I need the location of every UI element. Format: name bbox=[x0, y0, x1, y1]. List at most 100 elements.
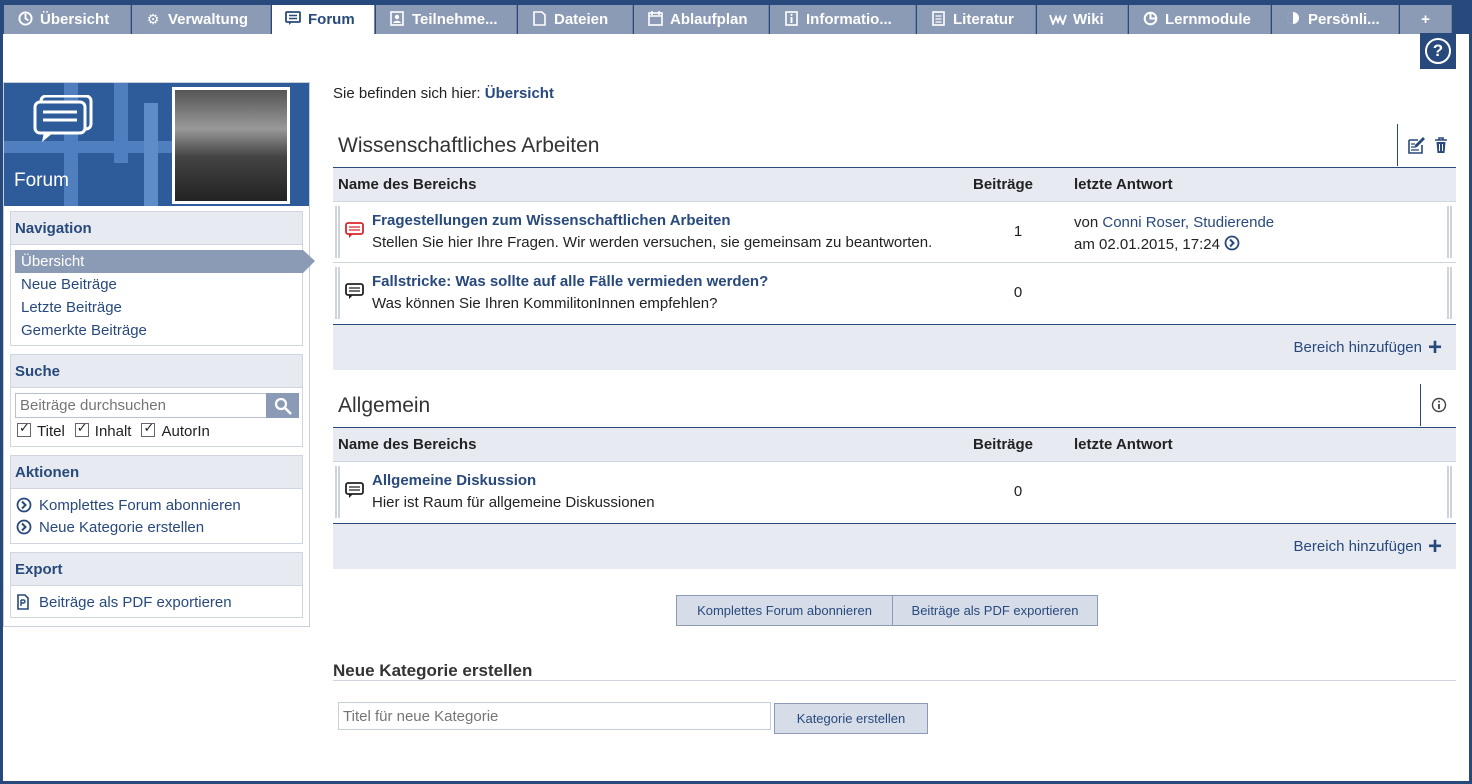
tab-literature[interactable]: Literatur bbox=[917, 5, 1036, 34]
tab-participants[interactable]: Teilnehme... bbox=[376, 5, 517, 34]
drag-handle[interactable] bbox=[335, 206, 340, 258]
calendar-icon bbox=[646, 10, 664, 29]
tab-information[interactable]: Informatio... bbox=[770, 5, 916, 34]
area-post-count: 1 bbox=[1013, 223, 1023, 240]
file-icon bbox=[530, 10, 548, 29]
category-title: Allgemein bbox=[333, 384, 1456, 428]
gears-icon: ⚙ bbox=[146, 11, 160, 27]
checkbox-title[interactable] bbox=[17, 420, 31, 437]
tab-modules[interactable]: Lernmodule bbox=[1129, 5, 1271, 34]
forum-banner: Forum bbox=[4, 83, 309, 206]
category-title: Wissenschaftliches Arbeiten bbox=[333, 124, 1456, 168]
arrow-circle-icon bbox=[16, 519, 34, 535]
area-description: Hier ist Raum für allgemeine Diskussione… bbox=[372, 494, 655, 511]
category-wissenschaftliches-arbeiten: Wissenschaftliches Arbeiten Name des Ber… bbox=[333, 124, 1456, 370]
area-title[interactable]: Fragestellungen zum Wissenschaftlichen A… bbox=[372, 212, 731, 229]
action-new-category[interactable]: Neue Kategorie erstellen bbox=[11, 516, 302, 538]
category-tools bbox=[1397, 124, 1448, 166]
search-box: Suche Titel Inhalt AutorIn bbox=[10, 354, 303, 447]
tab-files[interactable]: Dateien bbox=[518, 5, 633, 34]
add-area-button[interactable]: Bereich hinzufügen + bbox=[1294, 532, 1442, 560]
drag-handle[interactable] bbox=[335, 466, 340, 518]
checkbox-content[interactable] bbox=[74, 420, 89, 437]
person-icon bbox=[388, 10, 406, 29]
nav-bookmarked-posts[interactable]: Gemerkte Beiträge bbox=[11, 319, 302, 342]
nav-new-posts[interactable]: Neue Beiträge bbox=[11, 273, 302, 296]
action-subscribe-forum[interactable]: Komplettes Forum abonnieren bbox=[11, 494, 302, 516]
pdf-icon bbox=[16, 594, 34, 610]
export-header: Export bbox=[11, 553, 302, 586]
breadcrumb-current[interactable]: Übersicht bbox=[485, 85, 554, 102]
option-title[interactable]: Titel bbox=[17, 420, 65, 440]
tab-add[interactable]: + bbox=[1400, 5, 1452, 34]
sidebar: Forum Navigation Übersicht Neue Beiträge… bbox=[3, 82, 315, 627]
add-area-row: Bereich hinzufügen + bbox=[333, 523, 1456, 569]
export-pdf-button[interactable]: Beiträge als PDF exportieren bbox=[892, 595, 1098, 626]
search-button[interactable] bbox=[266, 393, 299, 418]
option-author[interactable]: AutorIn bbox=[141, 420, 210, 440]
export-box: Export Beiträge als PDF exportieren bbox=[10, 552, 303, 618]
info-icon[interactable] bbox=[1431, 397, 1447, 413]
tab-administration[interactable]: ⚙ Verwaltung bbox=[132, 5, 271, 34]
forum-photo bbox=[172, 87, 290, 204]
overview-icon bbox=[16, 10, 34, 29]
edit-icon[interactable] bbox=[1408, 136, 1426, 154]
book-icon bbox=[929, 10, 947, 29]
last-reply-author[interactable]: Conni Roser, Studierende bbox=[1102, 214, 1274, 231]
area-title[interactable]: Allgemeine Diskussion bbox=[372, 472, 536, 489]
info-icon bbox=[782, 10, 800, 29]
area-row[interactable]: Fallstricke: Was sollte auf alle Fälle v… bbox=[333, 263, 1456, 324]
help-button[interactable]: ? bbox=[1420, 33, 1456, 69]
option-content[interactable]: Inhalt bbox=[74, 420, 131, 440]
area-post-count: 0 bbox=[1013, 483, 1023, 500]
tab-personal[interactable]: Persönli... bbox=[1272, 5, 1399, 34]
nav-latest-posts[interactable]: Letzte Beiträge bbox=[11, 296, 302, 319]
personal-icon bbox=[1284, 11, 1302, 28]
area-row[interactable]: Fragestellungen zum Wissenschaftlichen A… bbox=[333, 202, 1456, 263]
chat-icon bbox=[345, 283, 364, 299]
unread-chat-icon bbox=[345, 222, 364, 238]
question-icon: ? bbox=[1425, 38, 1451, 64]
actions-header: Aktionen bbox=[11, 456, 302, 489]
navigation-header: Navigation bbox=[11, 212, 302, 245]
category-tools bbox=[1420, 384, 1447, 426]
drag-handle[interactable] bbox=[335, 267, 340, 319]
checkbox-author[interactable] bbox=[141, 420, 156, 437]
trash-icon[interactable] bbox=[1434, 136, 1448, 154]
tab-wiki[interactable]: Wiki bbox=[1037, 5, 1128, 34]
subscribe-forum-button[interactable]: Komplettes Forum abonnieren bbox=[676, 595, 893, 626]
chat-icon bbox=[345, 482, 364, 498]
area-row[interactable]: Allgemeine Diskussion Hier ist Raum für … bbox=[333, 462, 1456, 523]
add-area-button[interactable]: Bereich hinzufügen + bbox=[1294, 333, 1442, 361]
forum-bubble-icon bbox=[33, 95, 93, 142]
drag-handle-right[interactable] bbox=[1447, 267, 1452, 319]
plus-icon: + bbox=[1427, 333, 1442, 361]
drag-handle-right[interactable] bbox=[1447, 206, 1452, 258]
action-export-pdf[interactable]: Beiträge als PDF exportieren bbox=[11, 591, 302, 613]
nav-overview[interactable]: Übersicht bbox=[15, 250, 315, 273]
navigation-box: Navigation Übersicht Neue Beiträge Letzt… bbox=[10, 211, 315, 346]
breadcrumb: Sie befinden sich hier: Übersicht bbox=[333, 85, 554, 102]
tab-schedule[interactable]: Ablaufplan bbox=[634, 5, 769, 34]
add-area-row: Bereich hinzufügen + bbox=[333, 324, 1456, 370]
search-input[interactable] bbox=[15, 393, 267, 418]
new-category-title: Neue Kategorie erstellen bbox=[333, 661, 1456, 681]
area-post-count: 0 bbox=[1013, 284, 1023, 301]
actions-box: Aktionen Komplettes Forum abonnieren Neu… bbox=[10, 455, 303, 544]
category-allgemein: Allgemein Name des Bereichs Beiträge let… bbox=[333, 384, 1456, 569]
chat-icon bbox=[284, 10, 302, 29]
table-header: Name des Bereichs Beiträge letzte Antwor… bbox=[333, 428, 1456, 462]
go-to-post-icon[interactable] bbox=[1224, 235, 1240, 251]
new-category-input[interactable] bbox=[338, 702, 771, 730]
create-category-button[interactable]: Kategorie erstellen bbox=[774, 703, 928, 734]
plus-icon: + bbox=[1427, 532, 1442, 560]
wiki-icon bbox=[1049, 12, 1067, 28]
search-icon bbox=[274, 397, 292, 415]
drag-handle-right[interactable] bbox=[1447, 466, 1452, 518]
module-icon bbox=[1141, 11, 1159, 29]
area-title[interactable]: Fallstricke: Was sollte auf alle Fälle v… bbox=[372, 273, 768, 290]
banner-stripe bbox=[144, 103, 158, 206]
tab-forum[interactable]: Forum bbox=[272, 5, 375, 34]
last-reply: von Conni Roser, Studierende am 02.01.20… bbox=[1074, 214, 1275, 253]
tab-overview[interactable]: Übersicht bbox=[4, 5, 131, 34]
